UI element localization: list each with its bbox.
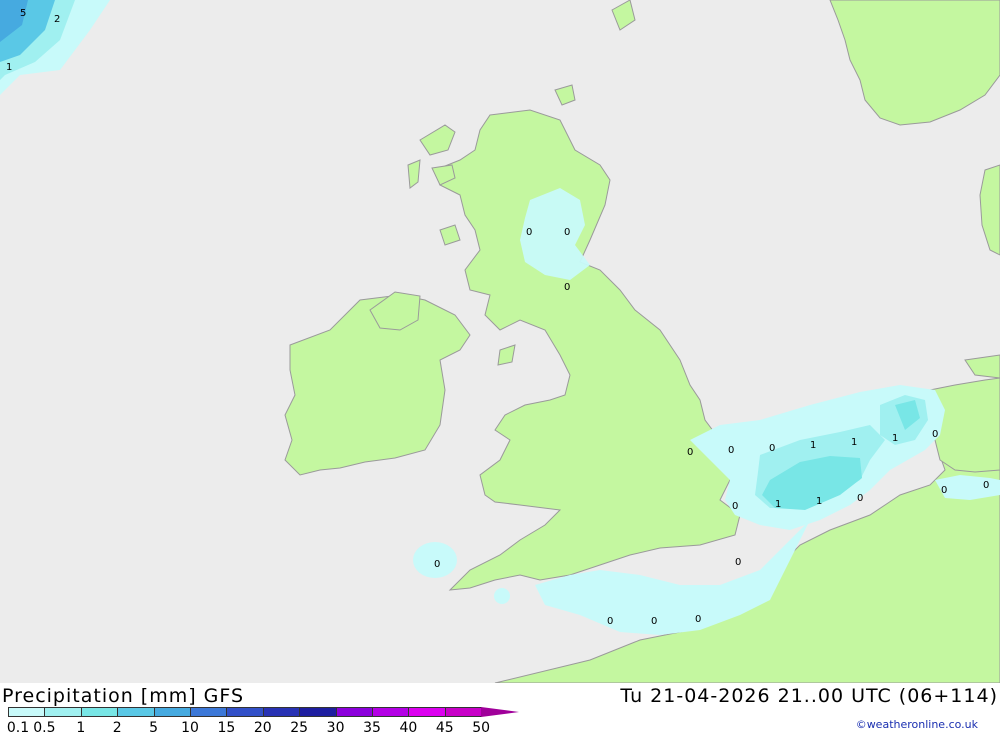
contour-label: 1 xyxy=(816,496,822,507)
scale-swatch xyxy=(262,707,301,717)
contour-label: 0 xyxy=(564,282,570,293)
scale-label: 1 xyxy=(76,720,86,736)
contour-label: 0 xyxy=(651,616,657,627)
scale-swatch xyxy=(8,707,46,717)
valid-time: Tu 21-04-2026 21..00 UTC (06+114) xyxy=(620,685,998,707)
scale-label: 0.1 xyxy=(6,720,30,736)
contour-label: 0 xyxy=(769,443,775,454)
contour-label: 0 xyxy=(857,493,863,504)
contour-label: 0 xyxy=(941,485,947,496)
scale-swatch xyxy=(153,707,191,717)
scale-label: 50 xyxy=(472,720,491,736)
scale-swatch xyxy=(444,707,483,717)
scale-label: 20 xyxy=(253,720,272,736)
scale-arrow xyxy=(481,707,520,717)
contour-label: 0 xyxy=(728,445,734,456)
scale-swatch xyxy=(335,707,373,717)
credit-link[interactable]: ©weatheronline.co.uk xyxy=(856,718,978,731)
scale-label: 40 xyxy=(399,720,418,736)
contour-label: 0 xyxy=(932,429,938,440)
contour-label: 1 xyxy=(775,499,781,510)
scale-label: 30 xyxy=(326,720,345,736)
contour-label: 2 xyxy=(54,14,60,25)
scale-label: 10 xyxy=(181,720,199,736)
scale-label: 0.5 xyxy=(33,720,56,736)
contour-label: 0 xyxy=(564,227,570,238)
scale-swatch xyxy=(80,707,119,717)
scale-label: 45 xyxy=(435,720,454,736)
map-canvas: 5 2 1 0 0 0 0 0 0 1 1 1 0 0 1 1 0 0 0 0 … xyxy=(0,0,1000,683)
scale-swatch xyxy=(226,707,264,717)
scale-swatch xyxy=(44,707,82,717)
contour-label: 1 xyxy=(6,62,12,73)
scale-label: 2 xyxy=(112,720,122,736)
scale-swatch xyxy=(408,707,446,717)
map-area: 5 2 1 0 0 0 0 0 0 1 1 1 0 0 1 1 0 0 0 0 … xyxy=(0,0,1000,683)
contour-label: 1 xyxy=(851,437,857,448)
scale-label: 15 xyxy=(217,720,236,736)
footer: Precipitation [mm] GFS Tu 21-04-2026 21.… xyxy=(0,683,1000,736)
contour-label: 0 xyxy=(434,559,440,570)
scale-swatch xyxy=(299,707,337,717)
contour-label: 0 xyxy=(983,480,989,491)
contour-label: 0 xyxy=(732,501,738,512)
scale-label: 35 xyxy=(363,720,381,736)
contour-label: 0 xyxy=(687,447,693,458)
map-title: Precipitation [mm] GFS xyxy=(2,685,245,707)
scale-label: 25 xyxy=(290,720,309,736)
contour-label: 1 xyxy=(892,433,898,444)
contour-label: 0 xyxy=(607,616,613,627)
contour-label: 0 xyxy=(526,227,532,238)
contour-label: 5 xyxy=(20,8,26,19)
contour-label: 0 xyxy=(695,614,701,625)
scale-swatch xyxy=(190,707,228,717)
scale-label: 5 xyxy=(149,720,159,736)
scale-swatch xyxy=(117,707,155,717)
contour-label: 1 xyxy=(810,440,816,451)
scale-swatch xyxy=(372,707,410,717)
contour-label: 0 xyxy=(735,557,741,568)
